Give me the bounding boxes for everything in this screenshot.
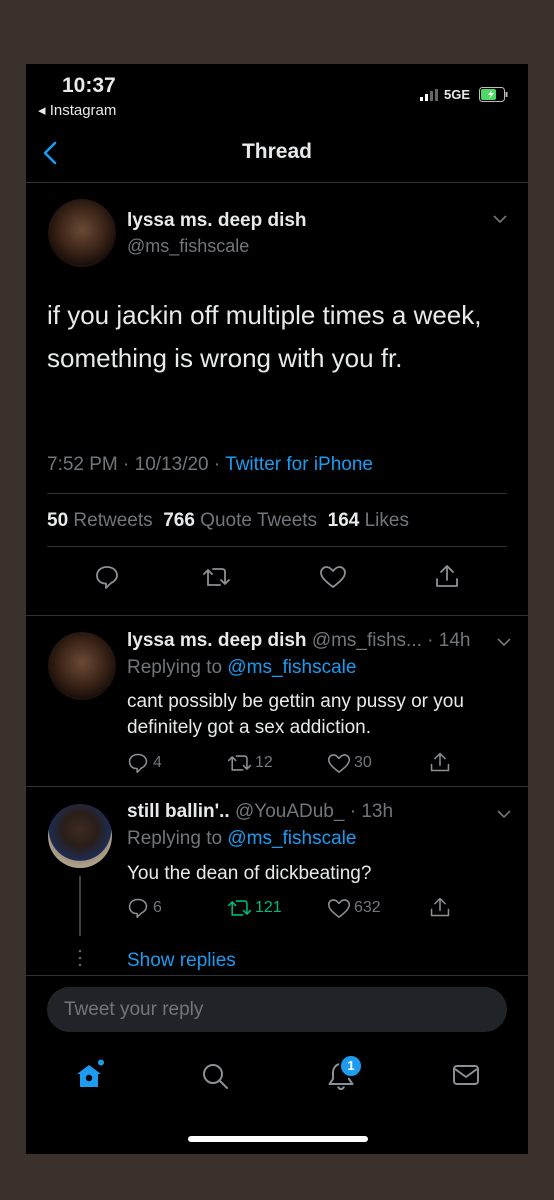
share-icon[interactable] <box>434 563 460 589</box>
reply-1-divider <box>26 786 528 787</box>
battery-icon <box>479 87 509 102</box>
reply-1-reply-count: 4 <box>153 754 162 771</box>
reply-2-avatar[interactable] <box>48 804 112 868</box>
tweet-meta: 7:52 PM · 10/13/20 · Twitter for iPhone <box>47 454 373 476</box>
retweet-icon[interactable] <box>202 565 232 589</box>
author-handle[interactable]: @ms_fishscale <box>127 236 249 257</box>
author-name[interactable]: lyssa ms. deep dish <box>127 210 307 232</box>
search-tab-icon[interactable] <box>201 1062 229 1090</box>
tweet-source-link[interactable]: Twitter for iPhone <box>225 454 373 475</box>
reply-1-share-icon[interactable] <box>429 751 451 773</box>
page-title: Thread <box>241 140 312 163</box>
network-label: 5GE <box>444 87 471 102</box>
reply-1-name[interactable]: lyssa ms. deep dish <box>127 630 307 651</box>
reply-1-like-icon[interactable] <box>327 753 351 774</box>
quote-tweets-stat[interactable]: 766 Quote Tweets <box>163 510 317 531</box>
reply-1-options-chevron-icon[interactable] <box>496 637 512 647</box>
reply-2-handle-time[interactable]: @YouADub_ · 13h <box>235 801 393 822</box>
reply-2-retweet-icon[interactable] <box>227 897 253 919</box>
notifications-badge: 1 <box>339 1054 363 1078</box>
back-to-instagram-link[interactable]: ◂ Instagram <box>38 101 116 119</box>
reply-2-options-chevron-icon[interactable] <box>496 809 512 819</box>
thread-line <box>79 876 81 936</box>
home-indicator[interactable] <box>188 1136 368 1142</box>
reply-1-avatar[interactable] <box>48 632 116 700</box>
like-icon[interactable] <box>319 565 347 589</box>
stats-divider <box>47 546 507 547</box>
reply-2-retweet-count: 121 <box>255 899 282 916</box>
reply-composer[interactable]: Tweet your reply <box>47 987 507 1032</box>
reply-2-reply-count: 6 <box>153 899 162 916</box>
reply-1-header: lyssa ms. deep dish @ms_fishs... · 14h <box>127 630 470 652</box>
messages-tab-icon[interactable] <box>452 1063 480 1087</box>
reply-2-like-count: 632 <box>354 899 381 916</box>
reply-2-like-icon[interactable] <box>327 898 351 919</box>
reply-1-handle-time[interactable]: @ms_fishs... · 14h <box>312 630 471 651</box>
reply-1-retweet-icon[interactable] <box>227 752 253 774</box>
tweet-text: if you jackin off multiple times a week,… <box>47 300 482 373</box>
retweets-count: 50 <box>47 510 69 531</box>
main-tweet-divider <box>26 615 528 616</box>
likes-stat[interactable]: 164 Likes <box>328 510 409 531</box>
retweets-label: Retweets <box>73 510 153 531</box>
tweet-stats: 50 Retweets 766 Quote Tweets 164 Likes <box>47 510 409 532</box>
tweet-options-chevron-icon[interactable] <box>492 214 508 224</box>
author-avatar[interactable] <box>48 199 116 267</box>
reply-icon[interactable] <box>94 564 120 590</box>
reply-2-replying-handle[interactable]: @ms_fishscale <box>227 828 356 849</box>
tweet-timestamp: 7:52 PM · 10/13/20 · <box>47 454 226 475</box>
reply-2-name[interactable]: still ballin'.. <box>127 801 230 822</box>
reply-composer-placeholder: Tweet your reply <box>64 999 204 1020</box>
reply-1-replying-handle[interactable]: @ms_fishscale <box>227 657 356 678</box>
likes-label: Likes <box>364 510 409 531</box>
reply-2-header: still ballin'.. @YouADub_ · 13h <box>127 801 393 823</box>
retweets-stat[interactable]: 50 Retweets <box>47 510 153 531</box>
likes-count: 164 <box>327 510 360 531</box>
reply-1-replying-to: Replying to @ms_fishscale <box>127 657 356 679</box>
show-replies-link[interactable]: Show replies <box>127 950 236 972</box>
more-replies-dots-icon <box>78 948 82 968</box>
meta-divider <box>47 493 507 494</box>
status-time: 10:37 <box>62 74 116 97</box>
reply-2-share-icon[interactable] <box>429 896 451 918</box>
reply-1-replying-prefix: Replying to <box>127 657 228 678</box>
reply-1-reply-icon[interactable] <box>127 752 149 774</box>
reply-1-retweet-count: 12 <box>255 754 273 771</box>
phone-screen: 10:37 ◂ Instagram 5GE Thread lyssa ms. d… <box>26 64 528 1154</box>
home-tab-icon[interactable] <box>75 1059 107 1089</box>
reply-2-reply-icon[interactable] <box>127 897 149 919</box>
reply-2-replying-to: Replying to @ms_fishscale <box>127 828 356 850</box>
quotes-label: Quote Tweets <box>200 510 318 531</box>
reply-2-text: You the dean of dickbeating? <box>127 863 372 884</box>
reply-1-like-count: 30 <box>354 754 372 771</box>
reply-1-text: cant possibly be gettin any pussy or you… <box>127 691 464 738</box>
composer-divider <box>26 975 528 976</box>
quotes-count: 766 <box>163 510 195 531</box>
reply-2-replying-prefix: Replying to <box>127 828 228 849</box>
signal-icon <box>420 89 442 101</box>
header-divider <box>26 182 528 183</box>
